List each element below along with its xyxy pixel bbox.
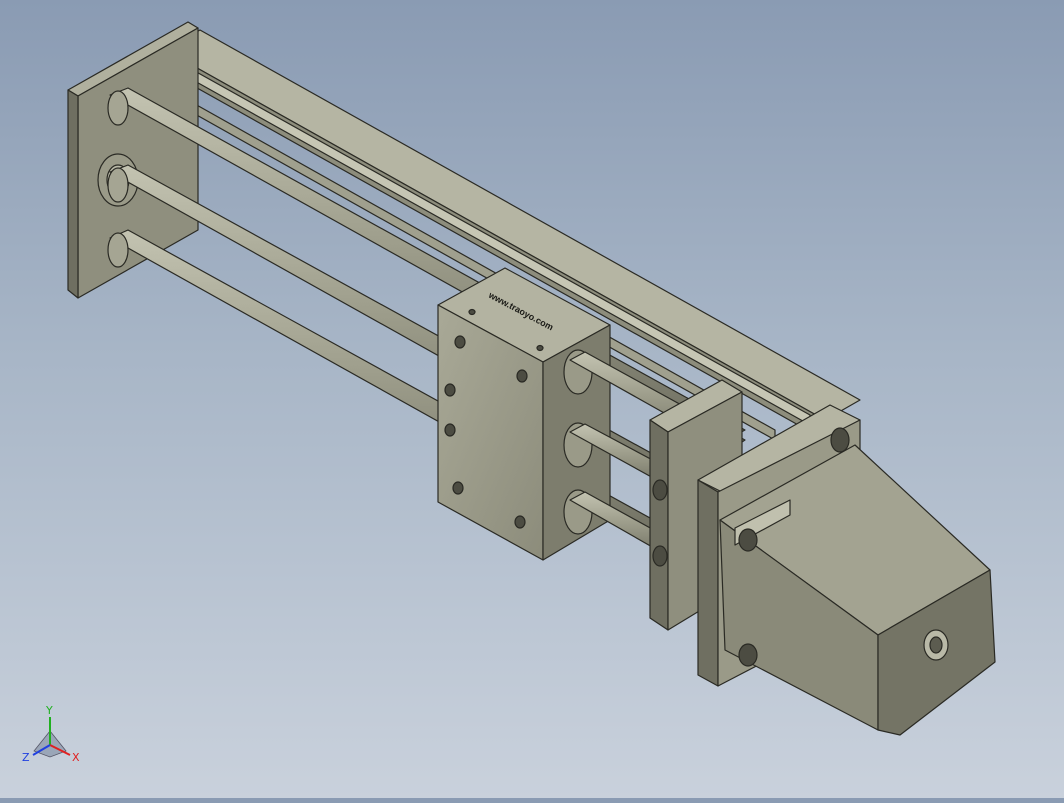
- view-triad[interactable]: Y X Z: [22, 704, 80, 764]
- back-end-plate: [67, 21, 199, 299]
- z-axis-label: Z: [22, 751, 30, 764]
- cad-viewport[interactable]: www.traoyo.com Y X Z: [0, 0, 1064, 798]
- y-axis-label: Y: [45, 704, 53, 717]
- linear-actuator-model[interactable]: www.traoyo.com Y X Z: [0, 0, 1064, 798]
- x-axis-label: X: [72, 751, 80, 764]
